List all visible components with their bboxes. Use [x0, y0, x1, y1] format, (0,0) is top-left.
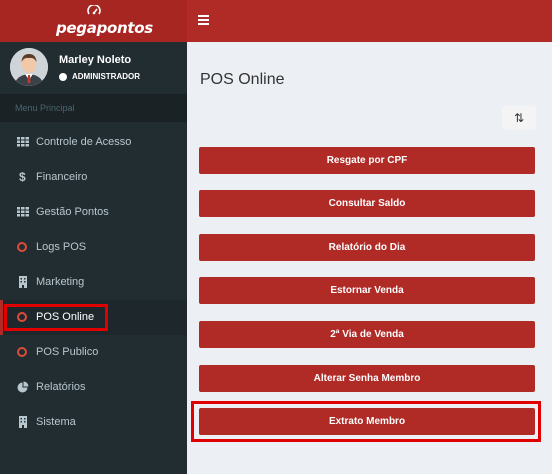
consultar-saldo-button[interactable]: Consultar Saldo — [199, 190, 535, 217]
circle-icon — [17, 347, 27, 357]
logo-mark-icon — [87, 5, 101, 15]
estornar-venda-button[interactable]: Estornar Venda — [199, 277, 535, 304]
sidebar-item-pos-publico[interactable]: POS Publico — [0, 335, 187, 370]
sidebar-item-marketing[interactable]: Marketing — [0, 265, 187, 300]
main-content: POS Online ⇅ Resgate por CPF Consultar S… — [187, 42, 552, 474]
sidebar-item-sistema[interactable]: Sistema — [0, 405, 187, 440]
sidebar-item-logs-pos[interactable]: Logs POS — [0, 230, 187, 265]
pie-chart-icon — [17, 381, 29, 393]
sidebar-item-gestao-pontos[interactable]: Gestão Pontos — [0, 195, 187, 230]
sidebar-item-label: Sistema — [36, 416, 76, 428]
circle-icon — [17, 242, 27, 252]
hamburger-menu-icon[interactable] — [198, 15, 209, 25]
top-header: pegapontos — [0, 0, 552, 42]
user-panel: Marley Noleto ADMINISTRADOR — [0, 42, 187, 94]
sidebar: Marley Noleto ADMINISTRADOR Menu Princip… — [0, 42, 187, 474]
sidebar-item-label: Relatórios — [36, 381, 86, 393]
user-avatar-icon — [10, 48, 48, 86]
sidebar-item-pos-online[interactable]: POS Online — [0, 300, 187, 335]
sort-icon[interactable]: ⇅ — [502, 106, 536, 130]
user-role: ADMINISTRADOR — [59, 72, 140, 81]
page-title: POS Online — [200, 71, 285, 88]
extrato-membro-button[interactable]: Extrato Membro — [199, 408, 535, 435]
relatorio-do-dia-button[interactable]: Relatório do Dia — [199, 234, 535, 261]
avatar — [10, 48, 48, 86]
building-icon — [19, 276, 27, 288]
sidebar-item-controle-de-acesso[interactable]: Controle de Acesso — [0, 125, 187, 160]
sidebar-item-label: POS Online — [36, 311, 95, 323]
user-role-label: ADMINISTRADOR — [72, 72, 140, 81]
sidebar-item-label: Logs POS — [36, 241, 87, 253]
user-name: Marley Noleto — [59, 54, 132, 66]
logo[interactable]: pegapontos — [0, 0, 187, 42]
sidebar-item-financeiro[interactable]: $ Financeiro — [0, 160, 187, 195]
alterar-senha-membro-button[interactable]: Alterar Senha Membro — [199, 365, 535, 392]
dollar-icon: $ — [19, 170, 26, 184]
sidebar-item-label: Controle de Acesso — [36, 136, 132, 148]
grid-icon — [17, 137, 29, 147]
building-icon — [19, 416, 27, 428]
sidebar-item-label: POS Publico — [36, 346, 99, 358]
menu-header: Menu Principal — [0, 94, 187, 122]
grid-icon — [17, 207, 29, 217]
logo-text: pegapontos — [56, 19, 153, 37]
online-status-icon — [59, 72, 67, 81]
sidebar-item-relatorios[interactable]: Relatórios — [0, 370, 187, 405]
resgate-por-cpf-button[interactable]: Resgate por CPF — [199, 147, 535, 174]
sidebar-item-label: Gestão Pontos — [36, 206, 109, 218]
circle-icon — [17, 312, 27, 322]
sidebar-item-label: Marketing — [36, 276, 85, 288]
sidebar-item-label: Financeiro — [36, 171, 88, 183]
segunda-via-venda-button[interactable]: 2ª Via de Venda — [199, 321, 535, 348]
